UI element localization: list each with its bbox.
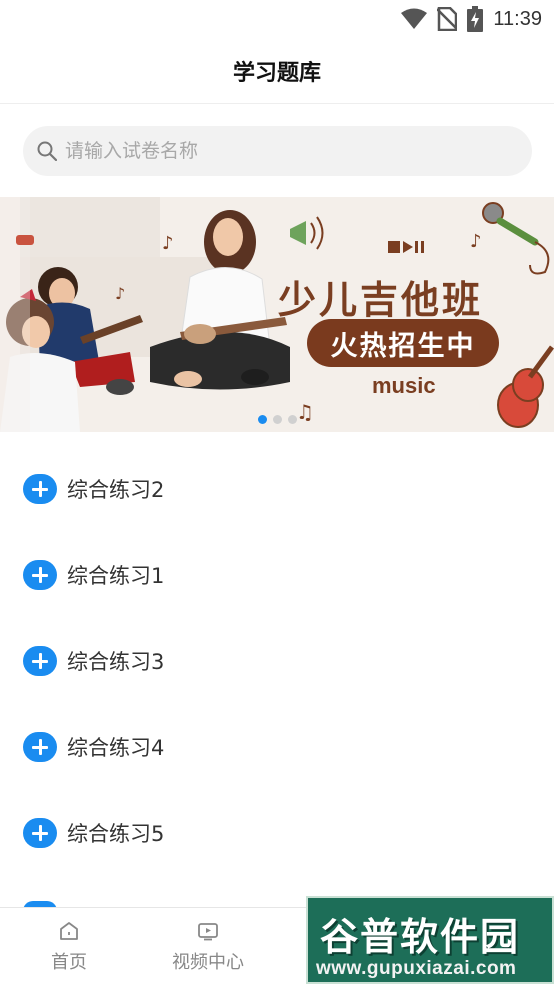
status-bar: 11:39: [0, 0, 554, 38]
search-bar[interactable]: [23, 126, 532, 176]
pagination-dot[interactable]: [288, 415, 297, 424]
practice-item-label: 综合练习3: [67, 650, 165, 674]
plus-circle-icon[interactable]: [23, 732, 57, 762]
status-time: 11:39: [493, 7, 542, 30]
pagination-dot-active[interactable]: [258, 415, 267, 424]
battery-charging-icon: [467, 6, 484, 32]
svg-text:♪: ♪: [470, 231, 482, 252]
pagination-dot[interactable]: [273, 415, 282, 424]
banner-title: 少儿吉他班: [278, 278, 484, 322]
search-icon: [37, 141, 57, 161]
banner-subtitle-pill: 火热招生中: [307, 319, 499, 367]
svg-text:♪: ♪: [115, 284, 125, 303]
page-title: 学习题库: [232, 60, 321, 86]
home-icon: [60, 922, 78, 940]
banner-subtitle: 火热招生中: [330, 330, 476, 362]
nav-video-label: 视频中心: [172, 952, 244, 973]
banner-tag: music: [372, 373, 436, 398]
practice-item-3[interactable]: 综合练习3: [0, 618, 554, 704]
svg-text:♫: ♫: [296, 400, 314, 424]
nav-home-label: 首页: [51, 952, 87, 973]
video-icon: [198, 923, 218, 941]
practice-list: 综合练习2 综合练习1 综合练习3 综合练习4 综合练习5: [0, 446, 554, 876]
search-input[interactable]: [65, 140, 505, 162]
wifi-icon: [401, 8, 428, 29]
nav-tab-home[interactable]: 首页: [9, 908, 129, 984]
banner-pagination[interactable]: [258, 415, 297, 424]
watermark-url: www.gupuxiazai.com: [316, 958, 517, 979]
practice-item-5[interactable]: 综合练习5: [0, 790, 554, 876]
watermark-logo: 谷普软件园 www.gupuxiazai.com: [306, 896, 554, 984]
practice-item-label: 综合练习2: [67, 478, 165, 502]
promo-banner[interactable]: ♪ ♪ ♪ ♫ 少儿吉他班 火热招生中 music: [0, 197, 554, 432]
svg-text:♪: ♪: [162, 233, 174, 254]
watermark-text: 谷普软件园: [320, 915, 521, 959]
media-controls-icon: [388, 241, 424, 253]
practice-item-label: 综合练习5: [67, 822, 165, 846]
practice-item-label: 综合练习1: [67, 564, 165, 588]
no-sim-icon: [437, 7, 458, 31]
plus-circle-icon[interactable]: [23, 818, 57, 848]
practice-item-2[interactable]: 综合练习2: [0, 446, 554, 532]
practice-item-1[interactable]: 综合练习1: [0, 532, 554, 618]
status-icons: 11:39: [401, 6, 542, 32]
plus-circle-icon[interactable]: [23, 646, 57, 676]
practice-item-4[interactable]: 综合练习4: [0, 704, 554, 790]
plus-circle-icon[interactable]: [23, 560, 57, 590]
nav-tab-video-center[interactable]: 视频中心: [148, 908, 268, 984]
practice-item-label: 综合练习4: [67, 736, 165, 760]
page-header: 学习题库: [0, 38, 554, 104]
plus-circle-icon[interactable]: [23, 474, 57, 504]
